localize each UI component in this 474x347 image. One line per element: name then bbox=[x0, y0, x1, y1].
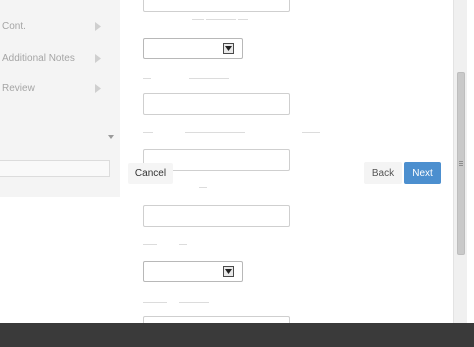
cancel-button[interactable]: Cancel bbox=[128, 163, 173, 184]
sidebar-item-cont[interactable]: Cont. bbox=[0, 12, 106, 40]
text-field-1[interactable] bbox=[143, 0, 290, 12]
sidebar-item-label: Cont. bbox=[2, 20, 26, 32]
text-field-4[interactable] bbox=[143, 205, 290, 227]
chevron-right-icon bbox=[94, 53, 102, 63]
select-field-1[interactable] bbox=[143, 38, 243, 59]
chevron-right-icon bbox=[94, 21, 102, 31]
sidebar-item-label: Review bbox=[2, 82, 35, 94]
wizard-sidebar: Cont. Additional Notes Review bbox=[0, 0, 120, 197]
text-field-5[interactable] bbox=[143, 316, 290, 323]
chevron-right-icon bbox=[94, 83, 102, 93]
wizard-form bbox=[137, 0, 320, 323]
field-label bbox=[199, 183, 207, 191]
sidebar-item-label: Additional Notes bbox=[2, 52, 75, 64]
field-label bbox=[143, 240, 187, 248]
caret-down-icon[interactable] bbox=[107, 127, 115, 139]
dropdown-arrow-icon bbox=[223, 43, 234, 54]
scrollbar-thumb[interactable] bbox=[457, 72, 465, 255]
field-label bbox=[143, 128, 320, 136]
field-label bbox=[143, 298, 209, 306]
sidebar-item-review[interactable]: Review bbox=[0, 74, 106, 102]
text-field-2[interactable] bbox=[143, 93, 290, 115]
wizard-window: Cont. Additional Notes Review Cancel Bac… bbox=[0, 0, 474, 323]
dropdown-arrow-icon bbox=[223, 266, 234, 277]
sidebar-item-additional-notes[interactable]: Additional Notes bbox=[0, 44, 106, 72]
field-label bbox=[192, 15, 248, 23]
field-label bbox=[143, 74, 229, 82]
grip-icon bbox=[459, 161, 463, 166]
select-field-2[interactable] bbox=[143, 261, 243, 282]
back-button[interactable]: Back bbox=[364, 162, 402, 184]
next-button[interactable]: Next bbox=[404, 162, 441, 184]
sidebar-footer bbox=[0, 160, 110, 177]
vertical-scrollbar[interactable] bbox=[453, 0, 467, 323]
